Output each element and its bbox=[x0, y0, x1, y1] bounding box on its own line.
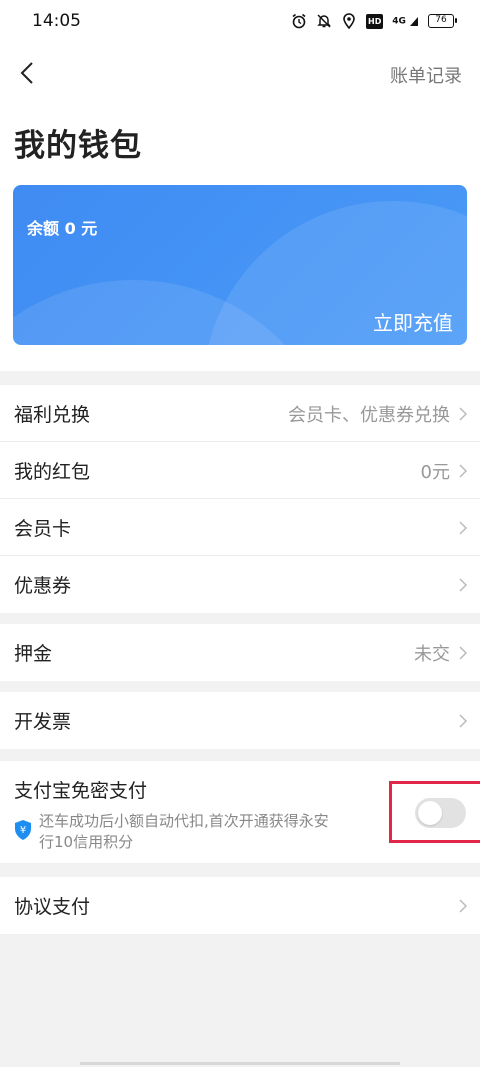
menu-group-agreement: 协议支付 bbox=[0, 877, 480, 934]
menu-item-agreement-pay[interactable]: 协议支付 bbox=[0, 877, 480, 934]
bill-records-link[interactable]: 账单记录 bbox=[390, 62, 462, 88]
menu-item-label: 优惠券 bbox=[14, 575, 72, 597]
menu-item-label: 押金 bbox=[14, 643, 53, 665]
menu-group-deposit: 押金 未交 bbox=[0, 624, 480, 681]
status-time: 14:05 bbox=[32, 11, 81, 31]
menu-item-member-card[interactable]: 会员卡 bbox=[0, 499, 480, 556]
wallet-header: 账单记录 我的钱包 余额 0 元 立即充值 bbox=[0, 44, 480, 371]
menu-group-invoice: 开发票 bbox=[0, 692, 480, 749]
svg-text:¥: ¥ bbox=[20, 825, 26, 836]
chevron-right-icon bbox=[459, 407, 468, 421]
toggle-knob[interactable] bbox=[418, 801, 442, 825]
hd-icon: HD bbox=[366, 13, 384, 29]
home-indicator[interactable] bbox=[80, 1062, 400, 1065]
chevron-right-icon bbox=[459, 464, 468, 478]
menu-item-invoice[interactable]: 开发票 bbox=[0, 692, 480, 749]
chevron-right-icon bbox=[459, 578, 468, 592]
menu-item-deposit[interactable]: 押金 未交 bbox=[0, 624, 480, 681]
balance-text: 余额 0 元 bbox=[27, 219, 98, 238]
menu-item-label: 协议支付 bbox=[14, 896, 91, 918]
chevron-right-icon bbox=[459, 646, 468, 660]
mute-icon bbox=[317, 14, 332, 28]
alipay-free-pay-description: 还车成功后小额自动代扣,首次开通获得永安行10信用积分 bbox=[39, 812, 329, 851]
menu-item-coupon[interactable]: 优惠券 bbox=[0, 556, 480, 613]
menu-item-label: 会员卡 bbox=[14, 518, 72, 540]
page-title: 我的钱包 bbox=[14, 128, 142, 164]
menu-item-red-packet[interactable]: 我的红包 0元 bbox=[0, 442, 480, 499]
menu-item-label: 开发票 bbox=[14, 711, 72, 733]
back-icon[interactable] bbox=[14, 58, 44, 88]
menu-item-label: 福利兑换 bbox=[14, 404, 91, 426]
network-type: 4G bbox=[392, 16, 406, 27]
chevron-right-icon bbox=[459, 714, 468, 728]
menu-item-label: 我的红包 bbox=[14, 461, 91, 483]
menu-group-benefits: 福利兑换 会员卡、优惠券兑换 我的红包 0元 会员卡 优惠券 bbox=[0, 385, 480, 613]
menu-item-value: 未交 bbox=[414, 644, 450, 665]
menu-item-value: 0元 bbox=[420, 462, 450, 483]
battery-icon: 76 bbox=[428, 14, 457, 28]
signal-icon: 4G bbox=[392, 15, 419, 27]
recharge-button[interactable]: 立即充值 bbox=[373, 307, 453, 336]
status-bar: 14:05 HD 4G 76 bbox=[0, 0, 480, 44]
alipay-free-pay-toggle[interactable] bbox=[415, 798, 466, 828]
alipay-free-pay-label: 支付宝免密支付 bbox=[14, 780, 148, 802]
menu-item-value: 会员卡、优惠券兑换 bbox=[288, 405, 450, 426]
location-icon bbox=[343, 13, 356, 29]
alarm-icon bbox=[292, 13, 306, 29]
chevron-right-icon bbox=[459, 899, 468, 913]
status-icons: HD 4G 76 bbox=[291, 10, 457, 32]
wallet-card: 余额 0 元 立即充值 bbox=[13, 185, 467, 345]
yuan-shield-icon: ¥ bbox=[15, 820, 31, 840]
chevron-right-icon bbox=[459, 521, 468, 535]
menu-item-alipay-free-pay: 支付宝免密支付 ¥ 还车成功后小额自动代扣,首次开通获得永安行10信用积分 bbox=[0, 761, 480, 863]
menu-item-welfare[interactable]: 福利兑换 会员卡、优惠券兑换 bbox=[0, 385, 480, 442]
